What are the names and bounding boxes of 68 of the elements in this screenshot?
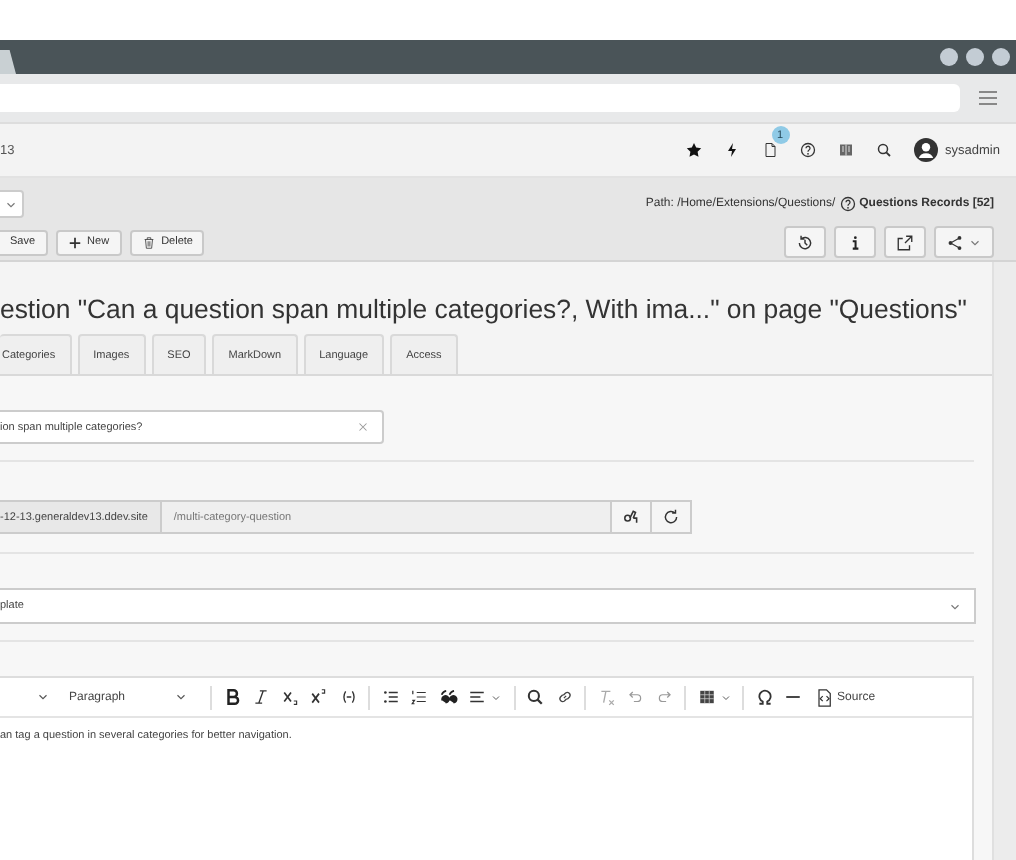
align-icon <box>468 688 487 706</box>
redo-icon <box>655 688 674 706</box>
close-icon <box>356 420 370 434</box>
document-icon <box>761 142 778 158</box>
table-button[interactable] <box>697 688 732 706</box>
link-icon <box>555 688 574 706</box>
search-icon <box>875 142 892 158</box>
quote-button[interactable] <box>439 688 458 706</box>
superscript-button[interactable] <box>310 688 329 706</box>
user-avatar-icon <box>913 138 938 162</box>
find-icon <box>526 688 545 706</box>
plus-icon <box>67 235 82 249</box>
superscript-icon <box>310 688 329 706</box>
trash-icon <box>141 235 156 249</box>
window-control-dot[interactable] <box>940 48 958 66</box>
history-icon <box>796 233 814 251</box>
caret-icon <box>490 691 503 703</box>
chevron-icon <box>968 235 982 249</box>
redo-button[interactable] <box>655 688 674 706</box>
bolt-icon <box>723 142 740 158</box>
columns-icon <box>837 142 854 158</box>
edit-icon <box>622 508 640 526</box>
heading-dropdown[interactable] <box>36 690 50 704</box>
info-button[interactable] <box>834 226 876 258</box>
bulleted-list-button[interactable] <box>381 688 400 706</box>
external-link-icon <box>896 233 914 251</box>
help-icon <box>839 196 856 212</box>
code-button[interactable] <box>339 688 358 706</box>
open-button[interactable] <box>884 226 926 258</box>
numbered-list-icon <box>410 688 429 706</box>
quote-icon <box>439 688 458 706</box>
share-icon <box>946 233 964 251</box>
omega-icon <box>755 688 774 706</box>
window-control-dot[interactable] <box>966 48 984 66</box>
chevron-icon <box>948 599 962 613</box>
align-button[interactable] <box>468 688 503 706</box>
chevron-icon <box>4 197 18 211</box>
code-icon <box>339 688 358 706</box>
numbered-list-button[interactable] <box>410 688 429 706</box>
caret-icon <box>173 690 188 704</box>
menu-icon <box>976 86 1000 110</box>
edit-slug-button[interactable] <box>612 500 652 534</box>
share-button[interactable] <box>934 226 994 258</box>
refresh-slug-button[interactable] <box>652 500 692 534</box>
caret-icon <box>719 691 732 703</box>
undo-icon <box>626 688 645 706</box>
caret-icon <box>36 690 50 704</box>
refresh-icon <box>662 508 680 526</box>
undo-button[interactable] <box>626 688 645 706</box>
window-control-dot[interactable] <box>992 48 1010 66</box>
help-icon <box>799 142 816 158</box>
browser-tab[interactable] <box>0 50 16 74</box>
bulleted-list-icon <box>381 688 400 706</box>
bold-button[interactable] <box>223 688 242 706</box>
special-char-button[interactable] <box>755 688 774 706</box>
italic-button[interactable] <box>252 688 271 706</box>
history-button[interactable] <box>784 226 826 258</box>
source-icon <box>813 687 834 707</box>
italic-icon <box>252 688 271 706</box>
star-icon <box>685 142 702 158</box>
link-button[interactable] <box>555 688 574 706</box>
find-button[interactable] <box>526 688 545 706</box>
subscript-button[interactable] <box>281 688 300 706</box>
bold-icon <box>223 688 242 706</box>
table-icon <box>697 688 716 706</box>
subscript-icon <box>281 688 300 706</box>
clear-format-icon <box>597 688 616 706</box>
page-title: estion "Can a question span multiple categories?, With ima..." on page "Questions" <box>0 294 969 324</box>
